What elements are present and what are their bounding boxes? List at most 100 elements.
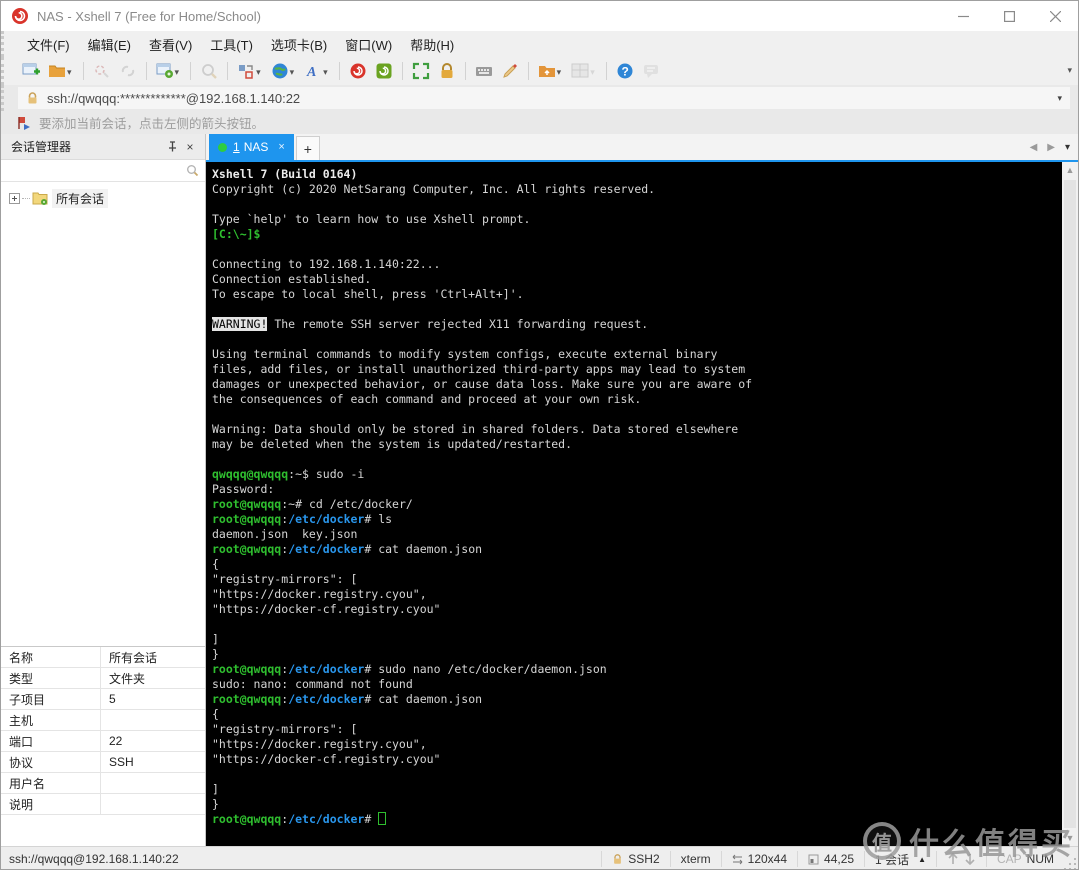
new-session-icon[interactable] [19, 59, 43, 83]
terminal-line: Type `help' to learn how to use Xshell p… [212, 212, 531, 226]
tab-list-dropdown-icon[interactable]: ▾ [1065, 142, 1070, 153]
open-folder-icon[interactable]: ▾ [45, 59, 77, 83]
search-icon[interactable] [186, 164, 199, 177]
terminal-scrollbar[interactable]: ▲ ▼ [1062, 162, 1078, 846]
font-icon[interactable]: A ▾ [301, 59, 333, 83]
help-icon[interactable]: ? [613, 59, 637, 83]
terminal-line: qwqqq@qwqqq:~$ sudo -i [212, 467, 365, 481]
menu-edit[interactable]: 编辑(E) [79, 31, 140, 58]
tab-nas[interactable]: 1 NAS × [209, 134, 294, 160]
session-search-input[interactable] [7, 162, 186, 179]
address-lock-icon [28, 91, 37, 103]
close-panel-icon[interactable]: × [181, 138, 199, 156]
info-bar-text: 要添加当前会话，点击左侧的箭头按钮。 [39, 117, 265, 131]
terminal-line: Password: [212, 482, 275, 496]
new-terminal-icon[interactable]: ▾ [234, 59, 266, 83]
session-manager-title: 会话管理器 [11, 140, 72, 154]
terminal-line: ] [212, 782, 219, 796]
scroll-down-icon[interactable]: ▼ [1062, 830, 1078, 846]
new-file-transfer-icon[interactable]: ▾ [535, 59, 567, 83]
terminal-line: To escape to local shell, press 'Ctrl+Al… [212, 287, 524, 301]
svg-text:A: A [306, 65, 316, 80]
fullscreen-icon[interactable] [409, 59, 433, 83]
reconnect-icon[interactable] [116, 59, 140, 83]
toolbar: ▾ ▾ ▾ ▾ A ▾ ▾ ▾ ? ▾ [1, 57, 1078, 85]
feedback-icon[interactable] [639, 59, 663, 83]
status-sessions[interactable]: 1 会话 ▲ [864, 851, 936, 867]
web-browser-icon[interactable]: ▾ [268, 59, 300, 83]
font-dropdown[interactable]: ▾ [323, 67, 328, 78]
properties-table: 名称 所有会话 类型 文件夹 子项目 5 主机 端口 22 协议 SSH 用户名 说明 [1, 646, 205, 846]
terminal-line: } [212, 797, 219, 811]
transfer-dropdown[interactable]: ▾ [557, 67, 562, 78]
tab-scroll-right-icon[interactable]: ▶ [1047, 142, 1055, 153]
toolbar-overflow-icon[interactable]: ▾ [1067, 65, 1072, 76]
terminal-line: sudo: nano: command not found [212, 677, 413, 691]
session-properties-icon[interactable]: ▾ [153, 59, 185, 83]
property-row: 端口 22 [1, 731, 205, 752]
title-bar: NAS - Xshell 7 (Free for Home/School) [1, 1, 1078, 31]
menu-bar: 文件(F) 编辑(E) 查看(V) 工具(T) 选项卡(B) 窗口(W) 帮助(… [1, 31, 1078, 57]
session-search-box [1, 160, 205, 182]
terminal-line: Connecting to 192.168.1.140:22... [212, 257, 441, 271]
properties-dropdown[interactable]: ▾ [175, 67, 180, 78]
terminal-line: [C:\~]$ [212, 227, 268, 241]
minimize-button[interactable] [940, 1, 986, 31]
disconnect-icon[interactable] [90, 59, 114, 83]
scroll-up-icon[interactable]: ▲ [1062, 162, 1078, 178]
sessions-folder-icon [32, 192, 48, 205]
tile-dropdown[interactable]: ▾ [590, 67, 595, 78]
pin-panel-icon[interactable] [163, 138, 181, 156]
status-url: ssh://qwqqq@192.168.1.140:22 [9, 852, 179, 866]
prev-session-icon[interactable] [947, 853, 959, 865]
xftp-icon[interactable] [372, 59, 396, 83]
virtual-keyboard-icon[interactable] [472, 59, 496, 83]
menu-tools[interactable]: 工具(T) [201, 31, 262, 58]
menu-file[interactable]: 文件(F) [18, 31, 79, 58]
terminal-output[interactable]: Xshell 7 (Build 0164) Copyright (c) 2020 … [206, 162, 1062, 846]
terminal-line: root@qwqqq:/etc/docker# [212, 812, 1062, 827]
highlight-icon[interactable] [498, 59, 522, 83]
menu-help[interactable]: 帮助(H) [401, 31, 463, 58]
menu-view[interactable]: 查看(V) [140, 31, 201, 58]
lock-screen-icon[interactable] [435, 59, 459, 83]
sessions-dropdown-icon[interactable]: ▲ [918, 855, 926, 864]
status-term-type: xterm [669, 851, 721, 867]
terminal-line: WARNING! The remote SSH server rejected … [212, 317, 649, 331]
session-manager-panel: 会话管理器 × 所有会话 名称 所有会话 类型 文件夹 子项目 5 主机 端口 22 协议 SSH 用… [1, 134, 206, 846]
terminal-line: may be deleted when the system is update… [212, 437, 573, 451]
address-field[interactable]: ssh://qwqqq:*************@192.168.1.140:… [18, 87, 1070, 109]
session-nav-arrows[interactable] [935, 851, 986, 867]
session-tree: 所有会话 [1, 182, 205, 646]
address-dropdown-icon[interactable]: ▾ [1057, 93, 1062, 104]
new-terminal-dropdown[interactable]: ▾ [256, 67, 261, 78]
tab-scroll-left-icon[interactable]: ◀ [1030, 142, 1038, 153]
resize-icon [732, 854, 742, 864]
tree-item-all-sessions[interactable]: 所有会话 [9, 188, 205, 208]
tile-windows-icon[interactable]: ▾ [568, 59, 600, 83]
resize-grip[interactable] [1064, 847, 1078, 869]
tab-close-icon[interactable]: × [278, 141, 284, 153]
new-tab-button[interactable]: + [295, 136, 320, 160]
terminal-line: root@qwqqq:~# cd /etc/docker/ [212, 497, 413, 511]
scrollbar-thumb[interactable] [1064, 180, 1076, 828]
maximize-button[interactable] [986, 1, 1032, 31]
tree-expander-icon[interactable] [9, 192, 20, 204]
close-button[interactable] [1032, 1, 1078, 31]
menu-window[interactable]: 窗口(W) [336, 31, 401, 58]
property-row: 子项目 5 [1, 689, 205, 710]
open-dropdown[interactable]: ▾ [67, 67, 72, 78]
xshell-icon[interactable] [346, 59, 370, 83]
next-session-icon[interactable] [964, 853, 976, 865]
property-row: 协议 SSH [1, 752, 205, 773]
terminal-line: { [212, 707, 219, 721]
terminal-line: } [212, 647, 219, 661]
find-icon[interactable] [197, 59, 221, 83]
web-dropdown[interactable]: ▾ [290, 67, 295, 78]
menu-tabs[interactable]: 选项卡(B) [262, 31, 336, 58]
